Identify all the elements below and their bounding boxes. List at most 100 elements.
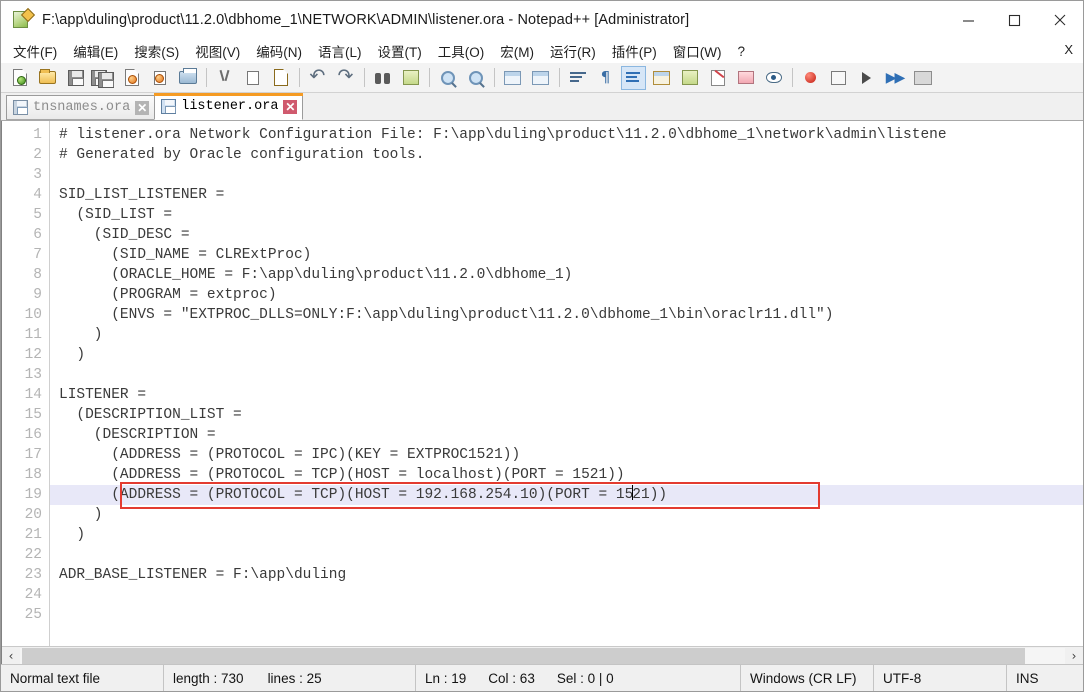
menu-settings[interactable]: 设置(T)	[370, 39, 430, 63]
line-number: 15	[24, 407, 42, 423]
monitoring-icon[interactable]	[761, 66, 786, 90]
code-line: )	[59, 507, 103, 523]
close-document-button[interactable]: X	[1064, 42, 1073, 57]
code-line: (SID_LIST =	[59, 207, 173, 223]
line-number: 25	[24, 607, 42, 623]
line-number: 12	[24, 347, 42, 363]
menu-plugins[interactable]: 插件(P)	[604, 39, 665, 63]
minimize-icon[interactable]	[945, 1, 991, 39]
menu-run[interactable]: 运行(R)	[542, 39, 604, 63]
menu-encoding[interactable]: 编码(N)	[248, 39, 310, 63]
menu-language[interactable]: 语言(L)	[310, 39, 370, 63]
horizontal-scrollbar[interactable]: ‹ ›	[2, 646, 1083, 664]
sync-horizontal-scroll-icon[interactable]	[528, 66, 553, 90]
code-line: (PROGRAM = extproc)	[59, 287, 277, 303]
open-file-icon[interactable]	[35, 66, 60, 90]
toolbar-separator	[792, 68, 793, 87]
line-number: 17	[24, 447, 42, 463]
code-line: (SID_NAME = CLRExtProc)	[59, 247, 312, 263]
undo-icon[interactable]	[305, 65, 330, 90]
new-file-icon[interactable]	[7, 66, 32, 90]
stop-recording-icon[interactable]	[826, 66, 851, 90]
status-file-type: Normal text file	[1, 665, 164, 691]
code-line-current: (ADDRESS = (PROTOCOL = TCP)(HOST = 192.1…	[50, 485, 1083, 505]
user-defined-dialog-icon[interactable]	[649, 66, 674, 90]
text-editor[interactable]: 1 2 3 4 5 6 7 8 9 10 11 12 13 14 15 16 1…	[2, 121, 1083, 646]
zoom-out-icon[interactable]	[463, 66, 488, 90]
line-number: 18	[24, 467, 42, 483]
toolbar-separator	[299, 68, 300, 87]
folder-as-workspace-icon[interactable]	[733, 66, 758, 90]
replace-icon[interactable]	[398, 66, 423, 90]
close-file-icon[interactable]	[119, 66, 144, 90]
show-document-map-icon[interactable]	[677, 66, 702, 90]
status-column-number: Col : 63	[488, 670, 535, 686]
line-number: 9	[33, 287, 42, 303]
run-macro-multiple-icon[interactable]: ▶▶	[882, 66, 907, 90]
scrollbar-thumb[interactable]	[22, 647, 1026, 664]
zoom-in-icon[interactable]	[435, 66, 460, 90]
menu-bar: 文件(F) 编辑(E) 搜索(S) 视图(V) 编码(N) 语言(L) 设置(T…	[1, 39, 1083, 63]
status-selection: Sel : 0 | 0	[556, 670, 614, 686]
line-number: 4	[33, 187, 42, 203]
find-icon[interactable]	[370, 66, 395, 90]
window-title: F:\app\duling\product\11.2.0\dbhome_1\NE…	[42, 12, 690, 28]
code-line: ADR_BASE_LISTENER = F:\app\duling	[59, 567, 347, 583]
play-macro-icon[interactable]	[854, 66, 879, 90]
maximize-icon[interactable]	[991, 1, 1037, 39]
toolbar-separator	[206, 68, 207, 87]
menu-search[interactable]: 搜索(S)	[126, 39, 187, 63]
scrollbar-track[interactable]	[20, 647, 1065, 664]
line-number: 5	[33, 207, 42, 223]
line-number: 3	[33, 167, 42, 183]
print-icon[interactable]	[175, 66, 200, 90]
save-all-icon[interactable]	[90, 66, 116, 90]
menu-macro[interactable]: 宏(M)	[492, 39, 542, 63]
tab-listener-ora[interactable]: listener.ora ✕	[154, 93, 304, 120]
record-macro-icon[interactable]	[798, 66, 823, 90]
indent-guide-icon[interactable]	[621, 65, 646, 90]
function-list-icon[interactable]	[705, 66, 730, 90]
tab-tnsnames-ora[interactable]: tnsnames.ora ✕	[6, 95, 156, 120]
toolbar-separator	[429, 68, 430, 87]
menu-edit[interactable]: 编辑(E)	[65, 39, 126, 63]
code-content[interactable]: # listener.ora Network Configuration Fil…	[50, 121, 1083, 646]
save-icon[interactable]	[63, 66, 88, 90]
word-wrap-icon[interactable]	[565, 66, 590, 90]
redo-icon[interactable]	[333, 65, 358, 90]
scroll-right-arrow-icon[interactable]: ›	[1065, 647, 1083, 665]
tab-close-icon[interactable]: ✕	[135, 100, 150, 115]
sync-vertical-scroll-icon[interactable]	[500, 66, 525, 90]
line-number: 23	[24, 567, 42, 583]
code-line: (SID_DESC =	[59, 227, 190, 243]
code-line: (DESCRIPTION =	[59, 427, 216, 443]
menu-tools[interactable]: 工具(O)	[430, 39, 493, 63]
menu-view[interactable]: 视图(V)	[187, 39, 248, 63]
scroll-left-arrow-icon[interactable]: ‹	[2, 647, 20, 665]
line-number: 8	[33, 267, 42, 283]
show-all-characters-icon[interactable]: ¶	[593, 66, 618, 90]
status-length: length : 730	[173, 670, 244, 686]
line-number: 24	[24, 587, 42, 603]
code-line: (DESCRIPTION_LIST =	[59, 407, 242, 423]
tab-close-icon[interactable]: ✕	[283, 99, 298, 114]
menu-window[interactable]: 窗口(W)	[665, 39, 730, 63]
close-all-files-icon[interactable]	[147, 66, 172, 90]
line-number-gutter: 1 2 3 4 5 6 7 8 9 10 11 12 13 14 15 16 1…	[2, 121, 50, 646]
menu-file[interactable]: 文件(F)	[5, 39, 65, 63]
menu-help[interactable]: ?	[729, 42, 753, 61]
copy-icon[interactable]	[240, 66, 265, 90]
save-macro-icon[interactable]	[910, 66, 935, 90]
code-line: (ADDRESS = (PROTOCOL = IPC)(KEY = EXTPRO…	[59, 447, 521, 463]
code-line-text-before-caret: (ADDRESS = (PROTOCOL = TCP)(HOST = 192.1…	[59, 487, 634, 503]
line-number: 20	[24, 507, 42, 523]
close-icon[interactable]	[1037, 1, 1083, 39]
cut-icon[interactable]	[212, 66, 237, 90]
paste-icon[interactable]	[268, 66, 293, 90]
code-line: # listener.ora Network Configuration Fil…	[59, 127, 947, 143]
code-line: )	[59, 347, 86, 363]
tab-bar: tnsnames.ora ✕ listener.ora ✕	[1, 93, 1083, 121]
